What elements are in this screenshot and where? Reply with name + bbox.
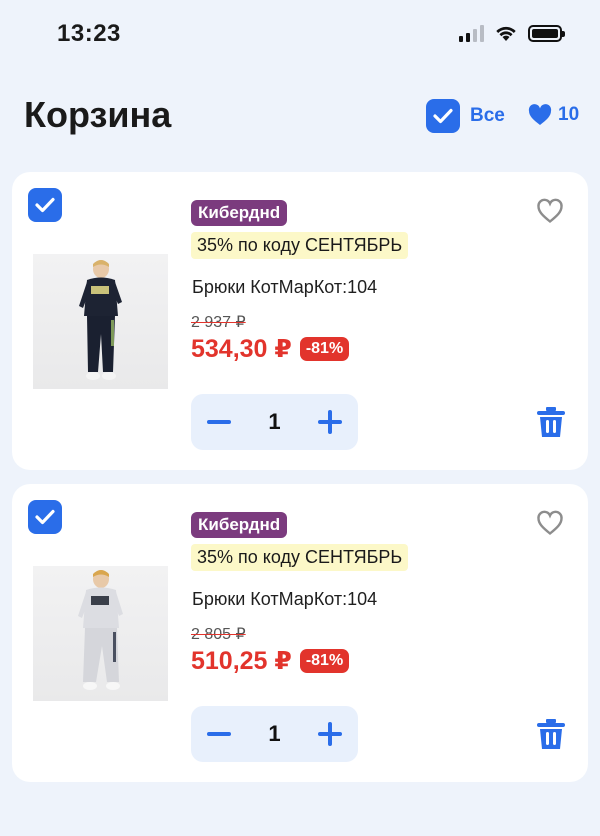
decrease-button[interactable] [205,720,233,748]
decrease-button[interactable] [205,408,233,436]
product-photo-dark-suit-icon [79,260,122,380]
cellular-signal-icon [459,24,484,42]
product-image[interactable] [33,254,168,389]
favorites-count: 10 [558,104,580,125]
product-name[interactable]: Брюки КотМарКот:104 [192,277,377,298]
price-row: 534,30 ₽ -81% [191,334,350,364]
status-icons [459,24,565,42]
favorite-button[interactable] [536,198,564,229]
checkmark-icon [35,197,55,213]
select-all-checkbox[interactable] [426,99,460,133]
current-price: 534,30 ₽ [191,335,292,363]
increase-button[interactable] [316,408,344,436]
minus-icon [207,732,231,736]
quantity-stepper: 1 [191,394,358,450]
quantity-value: 1 [268,721,281,746]
quantity-value: 1 [268,409,281,434]
trash-icon [537,719,565,749]
item-checkbox[interactable] [28,188,62,222]
favorites-button[interactable]: 10 [528,104,579,126]
plus-icon [318,722,342,746]
status-time: 13:23 [57,20,121,47]
page-title: Корзина [24,94,172,135]
product-image[interactable] [33,566,168,701]
quantity-stepper: 1 [191,706,358,762]
wifi-icon [496,26,516,41]
promo-code: 35% по коду СЕНТЯБРЬ [191,544,409,571]
plus-icon [318,410,342,434]
delete-button[interactable] [536,718,566,755]
current-price: 510,25 ₽ [191,647,292,675]
checkmark-icon [35,509,55,525]
product-photo-light-suit-icon [78,570,123,690]
heart-outline-icon [537,510,563,536]
price-row: 510,25 ₽ -81% [191,646,350,676]
battery-icon [528,24,565,42]
heart-filled-icon [528,104,552,125]
page-header: Корзина Все 10 [0,86,600,146]
select-all-label: Все [470,105,505,126]
status-bar: 13:23 [0,0,600,70]
discount-badge: -81% [299,649,350,673]
promo-badge: Киберднd [191,200,288,226]
product-name[interactable]: Брюки КотМарКот:104 [192,589,377,610]
cart-item: Киберднd 35% по коду СЕНТЯБРЬ Брюки КотМ… [12,484,588,782]
checkmark-icon [433,108,453,124]
promo-code: 35% по коду СЕНТЯБРЬ [191,232,409,259]
heart-outline-icon [537,198,563,224]
promo-badge: Киберднd [191,512,288,538]
select-all-button[interactable]: Все [426,99,505,133]
old-price: 2 937 ₽ [191,314,246,331]
favorite-button[interactable] [536,510,564,541]
old-price: 2 805 ₽ [191,626,246,643]
minus-icon [207,420,231,424]
discount-badge: -81% [299,337,350,361]
increase-button[interactable] [316,720,344,748]
delete-button[interactable] [536,406,566,443]
cart-item: Киберднd 35% по коду СЕНТЯБРЬ Брюки КотМ… [12,172,588,470]
item-checkbox[interactable] [28,500,62,534]
trash-icon [537,407,565,437]
